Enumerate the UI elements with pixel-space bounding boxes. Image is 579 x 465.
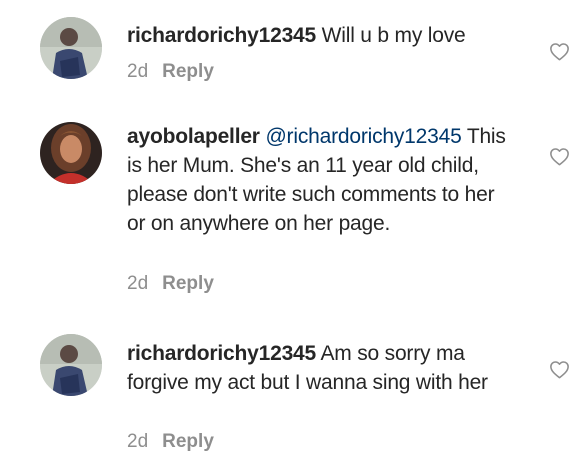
comment-username[interactable]: richardorichy12345 <box>127 24 316 47</box>
comment-meta: 2d Reply <box>127 61 214 83</box>
heart-outline-icon[interactable] <box>549 42 570 61</box>
heart-outline-icon[interactable] <box>549 147 570 166</box>
comment-username[interactable]: ayobolapeller <box>127 125 260 148</box>
comment-text: richardorichy12345 Am so sorry ma forgiv… <box>127 339 517 397</box>
avatar[interactable] <box>40 334 102 396</box>
comment-meta: 2d Reply <box>127 431 214 453</box>
comment-body: Will u b my love <box>316 24 466 47</box>
comment-item: ayobolapeller @richardorichy12345 This i… <box>0 100 579 310</box>
reply-button[interactable]: Reply <box>162 61 214 82</box>
heart-outline-icon[interactable] <box>549 360 570 379</box>
comment-text: ayobolapeller @richardorichy12345 This i… <box>127 122 517 238</box>
reply-button[interactable]: Reply <box>162 431 214 452</box>
comment-text: richardorichy12345 Will u b my love <box>127 21 517 50</box>
comment-mention[interactable]: @richardorichy12345 <box>265 125 461 148</box>
comment-item: richardorichy12345 Will u b my love 2d Re… <box>0 0 579 100</box>
comment-timestamp: 2d <box>127 61 149 82</box>
avatar[interactable] <box>40 17 102 79</box>
comment-username[interactable]: richardorichy12345 <box>127 342 316 365</box>
avatar[interactable] <box>40 122 102 184</box>
comment-item: richardorichy12345 Am so sorry ma forgiv… <box>0 310 579 465</box>
reply-button[interactable]: Reply <box>162 273 214 294</box>
comment-timestamp: 2d <box>127 431 149 452</box>
comment-timestamp: 2d <box>127 273 149 294</box>
comment-meta: 2d Reply <box>127 273 214 295</box>
